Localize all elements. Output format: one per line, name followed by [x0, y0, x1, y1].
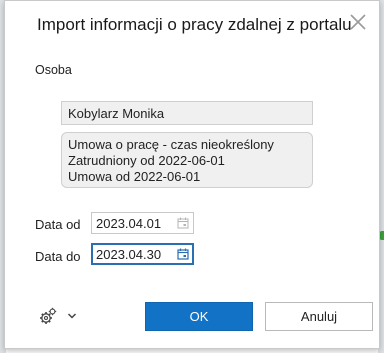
cancel-button[interactable]: Anuluj: [265, 302, 373, 331]
contract-start-line: Umowa od 2022-06-01: [68, 169, 201, 184]
gears-icon[interactable]: [39, 307, 57, 325]
contract-info-field: Umowa o pracę - czas nieokreślony Zatrud…: [61, 132, 313, 188]
contract-type-line: Umowa o pracę - czas nieokreślony: [68, 137, 274, 152]
person-name-field: Kobylarz Monika: [61, 101, 313, 125]
chevron-down-icon[interactable]: [67, 312, 77, 320]
calendar-icon[interactable]: [177, 217, 189, 229]
dialog-title: Import informacji o pracy zdalnej z port…: [37, 15, 352, 34]
date-from-label: Data od: [35, 217, 81, 232]
employment-start-line: Zatrudniony od 2022-06-01: [68, 153, 225, 168]
close-icon[interactable]: [347, 11, 369, 33]
ok-button[interactable]: OK: [145, 302, 253, 331]
date-from-input[interactable]: 2023.04.01: [91, 212, 194, 234]
import-dialog: Import informacji o pracy zdalnej z port…: [4, 0, 380, 349]
person-section-label: Osoba: [35, 63, 72, 77]
date-to-input[interactable]: 2023.04.30: [91, 243, 194, 265]
date-from-value: 2023.04.01: [96, 216, 162, 231]
calendar-icon[interactable]: [177, 248, 189, 260]
date-to-label: Data do: [35, 249, 81, 264]
date-to-value: 2023.04.30: [96, 247, 162, 262]
